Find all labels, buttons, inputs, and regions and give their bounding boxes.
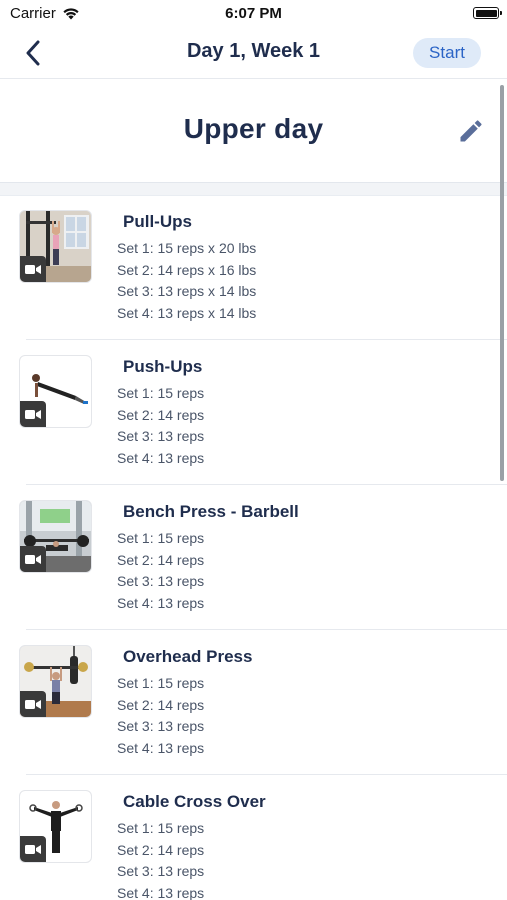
set-line: Set 4: 13 reps x 14 lbs — [117, 305, 257, 321]
video-badge — [20, 691, 46, 717]
set-line: Set 1: 15 reps — [117, 675, 205, 691]
set-line: Set 2: 14 reps — [117, 552, 205, 568]
exercise-item[interactable]: Push-Ups Set 1: 15 reps Set 2: 14 reps S… — [0, 340, 507, 485]
cable-cross-over-thumbnail[interactable] — [19, 790, 92, 863]
video-camera-icon — [25, 554, 41, 564]
exercise-item[interactable]: Overhead Press Set 1: 15 reps Set 2: 14 … — [0, 630, 507, 775]
bench-press-thumbnail[interactable] — [19, 500, 92, 573]
set-line: Set 1: 15 reps — [117, 530, 205, 546]
video-camera-icon — [25, 409, 41, 419]
edit-button[interactable] — [457, 117, 485, 145]
day-title: Upper day — [183, 113, 324, 144]
exercise-name: Cable Cross Over — [123, 792, 266, 811]
status-time: 6:07 PM — [225, 5, 282, 22]
exercise-item[interactable]: Bench Press - Barbell Set 1: 15 reps Set… — [0, 485, 507, 630]
status-bar: Carrier 6:07 PM — [0, 0, 507, 28]
set-line: Set 3: 13 reps — [117, 428, 205, 444]
battery-icon — [473, 7, 502, 19]
set-line: Set 2: 14 reps — [117, 407, 205, 423]
video-badge — [20, 401, 46, 427]
video-badge — [20, 256, 46, 282]
exercise-item[interactable]: Pull-Ups Set 1: 15 reps x 20 lbs Set 2: … — [0, 195, 507, 340]
set-line: Set 4: 13 reps — [117, 450, 205, 466]
start-button[interactable]: Start — [413, 38, 481, 68]
workout-day-screen: Carrier 6:07 PM Day 1, Week 1 Start Uppe… — [0, 0, 507, 900]
set-line: Set 4: 13 reps — [117, 595, 205, 611]
video-camera-icon — [25, 699, 41, 709]
pencil-icon — [460, 120, 482, 142]
scrollbar[interactable] — [500, 85, 504, 481]
set-line: Set 1: 15 reps — [117, 820, 205, 836]
video-camera-icon — [25, 844, 41, 854]
video-camera-icon — [25, 264, 41, 274]
exercise-item[interactable]: Cable Cross Over Set 1: 15 reps Set 2: 1… — [0, 775, 507, 900]
exercise-name: Pull-Ups — [123, 212, 192, 231]
set-line: Set 3: 13 reps — [117, 718, 205, 734]
push-ups-thumbnail[interactable] — [19, 355, 92, 428]
set-line: Set 3: 13 reps — [117, 573, 205, 589]
exercise-list[interactable]: Pull-Ups Set 1: 15 reps x 20 lbs Set 2: … — [0, 195, 507, 900]
set-line: Set 3: 13 reps x 14 lbs — [117, 283, 257, 299]
set-line: Set 4: 13 reps — [117, 740, 205, 756]
section-separator — [0, 182, 507, 196]
video-badge — [20, 546, 46, 572]
exercise-name: Overhead Press — [123, 647, 253, 666]
set-line: Set 4: 13 reps — [117, 885, 205, 900]
battery-level — [475, 9, 497, 17]
day-header: Upper day — [0, 79, 507, 182]
overhead-press-thumbnail[interactable] — [19, 645, 92, 718]
video-badge — [20, 836, 46, 862]
set-line: Set 2: 14 reps — [117, 697, 205, 713]
exercise-name: Push-Ups — [123, 357, 203, 376]
navigation-bar: Day 1, Week 1 Start — [0, 28, 507, 79]
set-line: Set 2: 14 reps x 16 lbs — [117, 262, 257, 278]
exercise-name: Bench Press - Barbell — [123, 502, 299, 521]
pull-ups-thumbnail[interactable] — [19, 210, 92, 283]
set-line: Set 3: 13 reps — [117, 863, 205, 879]
set-line: Set 2: 14 reps — [117, 842, 205, 858]
set-line: Set 1: 15 reps — [117, 385, 205, 401]
set-line: Set 1: 15 reps x 20 lbs — [117, 240, 257, 256]
